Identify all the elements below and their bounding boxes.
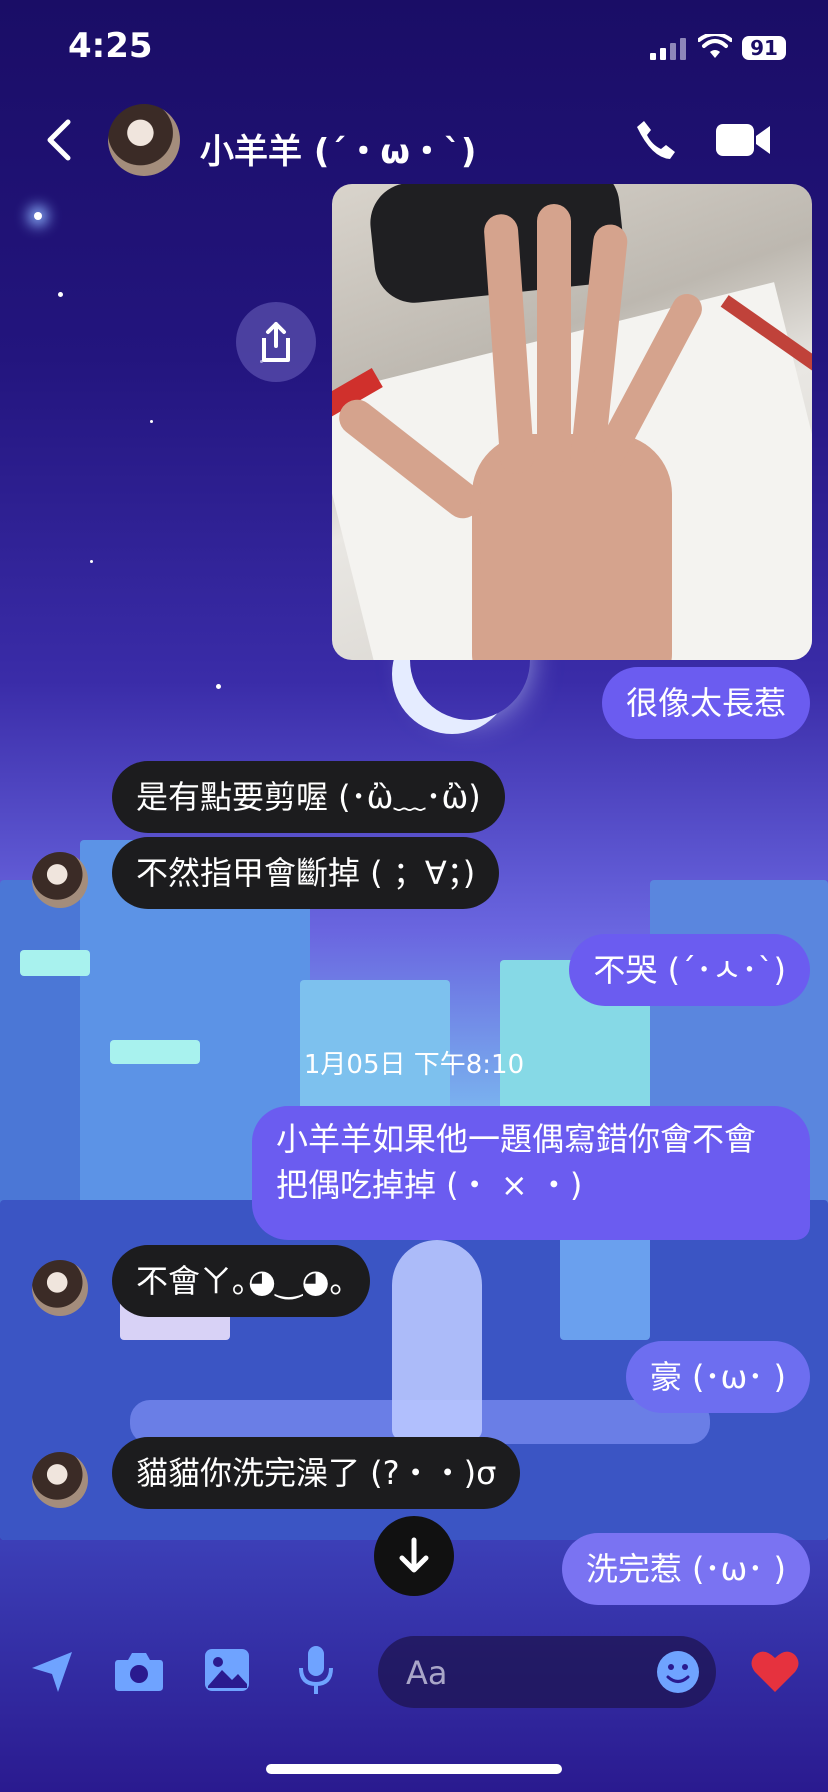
contact-avatar-small [32,852,88,908]
arrow-down-icon [399,1537,429,1573]
share-icon [262,322,290,362]
background-star [216,684,221,689]
heart-icon[interactable] [750,1648,800,1694]
outgoing-message[interactable]: 不哭 (´･ㅅ･`) [569,934,810,1006]
video-call-icon[interactable] [716,122,772,158]
outgoing-message[interactable]: 很像太長惹 [601,667,810,739]
background-star [34,212,42,220]
scroll-to-bottom-button[interactable] [374,1516,454,1596]
composer-bar: Aa [0,1630,828,1730]
outgoing-message[interactable]: 豪 (･ω･ ) [625,1341,810,1413]
chat-header: 小羊羊 (´・ω・`) [0,100,828,190]
incoming-message[interactable]: 貓貓你洗完澡了 (?・・)σ [112,1437,521,1509]
message-timestamp: 1月05日 下午8:10 [303,1050,525,1080]
contact-avatar-small [32,1452,88,1508]
wifi-icon [698,34,732,58]
shared-photo[interactable] [332,184,812,660]
cellular-signal-icon [650,38,686,60]
message-input-placeholder: Aa [406,1654,448,1692]
home-indicator [266,1764,562,1774]
camera-icon[interactable] [114,1650,164,1692]
incoming-message[interactable]: 不會ㄚ｡◕‿◕｡ [112,1245,370,1317]
contact-name[interactable]: 小羊羊 (´・ω・`) [200,124,476,173]
microphone-icon[interactable] [296,1644,336,1696]
status-time: 4:25 [68,26,153,66]
status-bar: 4:25 91 [0,0,828,100]
photo-gallery-icon[interactable] [204,1648,250,1692]
incoming-message[interactable]: 不然指甲會斷掉 ( ；∀；) [112,837,500,909]
contact-avatar[interactable] [108,104,180,176]
location-arrow-icon[interactable] [28,1648,76,1696]
background-star [58,292,63,297]
outgoing-message[interactable]: 小羊羊如果他一題偶寫錯你會不會把偶吃掉掉 (・ × ・) [252,1106,810,1240]
background-star [90,560,93,563]
battery-indicator: 91 [742,36,786,60]
share-button[interactable] [236,302,316,382]
phone-call-icon[interactable] [634,118,678,162]
back-chevron-icon[interactable] [44,118,74,162]
emoji-icon[interactable] [656,1650,700,1694]
outgoing-message[interactable]: 洗完惹 (･ω･ ) [561,1533,810,1605]
contact-avatar-small [32,1260,88,1316]
incoming-message[interactable]: 是有點要剪喔 (･ὢ﹏･ὢ) [112,761,505,833]
background-star [150,420,153,423]
message-input[interactable]: Aa [378,1636,716,1708]
